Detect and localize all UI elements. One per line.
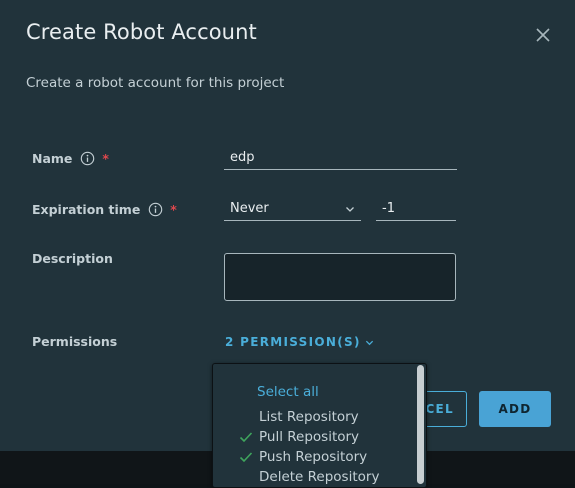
- permission-option-list-repository[interactable]: List Repository: [259, 409, 359, 425]
- permission-option-pull-repository[interactable]: Pull Repository: [259, 429, 359, 445]
- permissions-dropdown-menu: Select all List Repository Pull Reposito…: [212, 363, 427, 488]
- permissions-summary: 2 PERMISSION(S): [225, 335, 361, 349]
- expiration-unit-value: Never: [230, 201, 269, 216]
- check-icon: [239, 452, 253, 463]
- dialog-title: Create Robot Account: [26, 20, 257, 44]
- name-label: Name *: [32, 151, 109, 166]
- chevron-down-icon: [346, 207, 354, 212]
- permissions-dropdown-toggle[interactable]: 2 PERMISSION(S): [225, 335, 374, 349]
- info-icon[interactable]: [80, 151, 95, 166]
- required-mark: *: [102, 151, 109, 166]
- chevron-down-icon: [365, 340, 373, 345]
- permissions-label: Permissions: [32, 334, 118, 349]
- expiration-unit-select[interactable]: Never: [224, 199, 361, 221]
- description-label: Description: [32, 251, 113, 266]
- close-icon[interactable]: [533, 25, 553, 45]
- expiration-value-input[interactable]: -1: [376, 199, 456, 221]
- add-button[interactable]: ADD: [479, 391, 551, 427]
- dropdown-scrollbar[interactable]: [417, 365, 424, 484]
- permission-option-push-repository[interactable]: Push Repository: [259, 449, 367, 465]
- expiration-label-text: Expiration time: [32, 202, 141, 217]
- info-icon[interactable]: [148, 202, 163, 217]
- dialog-subtitle: Create a robot account for this project: [26, 75, 285, 91]
- name-label-text: Name: [32, 151, 73, 166]
- name-input[interactable]: edp: [224, 148, 457, 170]
- required-mark: *: [170, 202, 177, 217]
- expiration-label: Expiration time *: [32, 202, 177, 217]
- check-icon: [239, 432, 253, 443]
- select-all-option[interactable]: Select all: [257, 384, 319, 400]
- permission-option-delete-repository[interactable]: Delete Repository: [259, 469, 379, 485]
- description-textarea[interactable]: [224, 253, 456, 301]
